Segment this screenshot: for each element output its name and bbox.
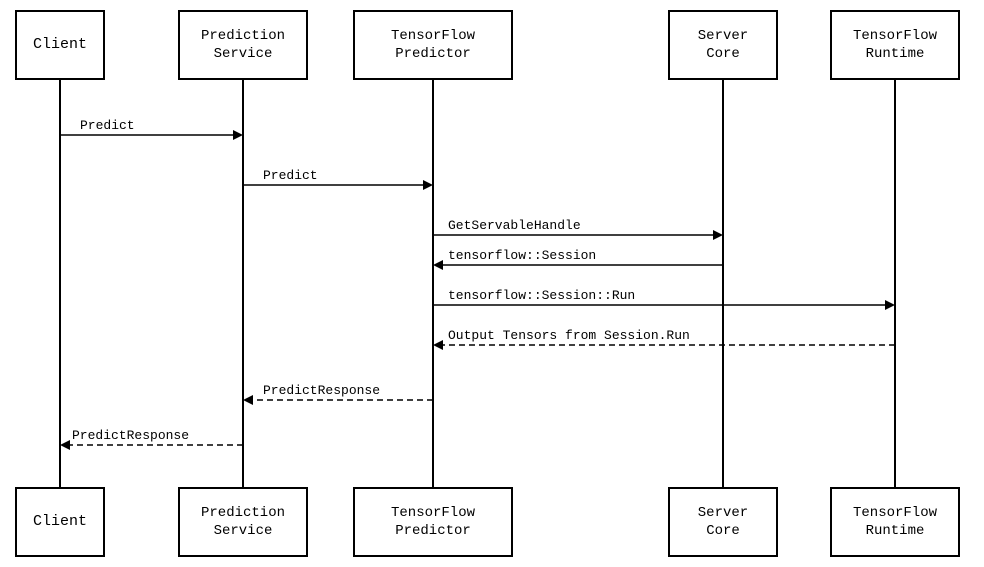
- msg-predict-response-1: PredictResponse: [263, 383, 380, 398]
- diagram-svg: [0, 0, 984, 567]
- msg-tensorflow-session-run: tensorflow::Session::Run: [448, 288, 635, 303]
- actor-client-top: Client: [15, 10, 105, 80]
- actor-server-core-bottom: Server Core: [668, 487, 778, 557]
- msg-predict-2: Predict: [263, 168, 318, 183]
- msg-get-servable-handle: GetServableHandle: [448, 218, 581, 233]
- actor-client-bottom: Client: [15, 487, 105, 557]
- actor-tensorflow-runtime-bottom: TensorFlow Runtime: [830, 487, 960, 557]
- sequence-diagram: Client Prediction Service TensorFlow Pre…: [0, 0, 984, 567]
- actor-prediction-service-top: Prediction Service: [178, 10, 308, 80]
- msg-predict-1: Predict: [80, 118, 135, 133]
- actor-prediction-service-bottom: Prediction Service: [178, 487, 308, 557]
- actor-tensorflow-runtime-top: TensorFlow Runtime: [830, 10, 960, 80]
- actor-server-core-top: Server Core: [668, 10, 778, 80]
- msg-output-tensors: Output Tensors from Session.Run: [448, 328, 690, 343]
- msg-predict-response-2: PredictResponse: [72, 428, 189, 443]
- msg-tensorflow-session: tensorflow::Session: [448, 248, 596, 263]
- actor-tensorflow-predictor-top: TensorFlow Predictor: [353, 10, 513, 80]
- actor-tensorflow-predictor-bottom: TensorFlow Predictor: [353, 487, 513, 557]
